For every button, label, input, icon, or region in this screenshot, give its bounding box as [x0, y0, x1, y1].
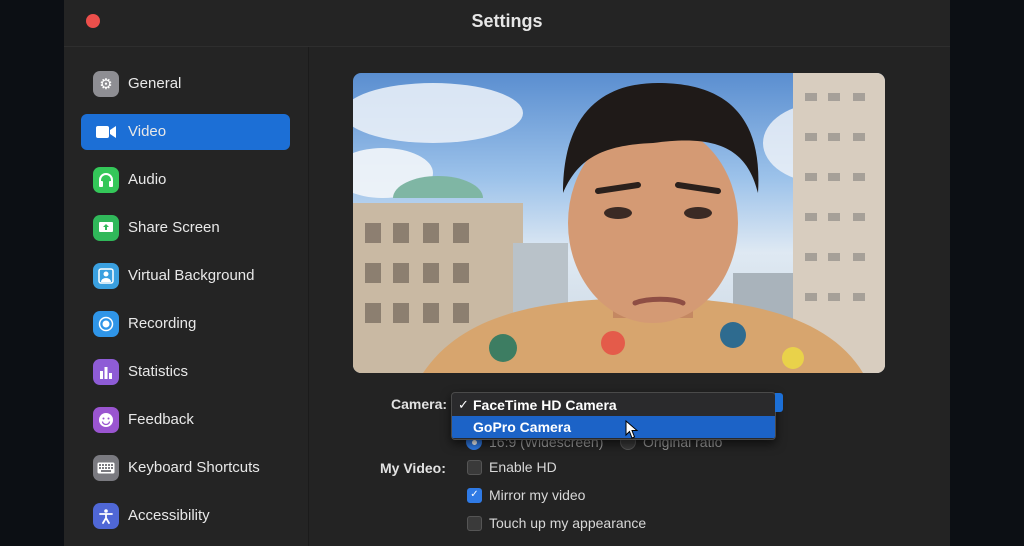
enable-hd-option[interactable]: Enable HD — [467, 458, 557, 476]
accessibility-icon — [93, 503, 119, 529]
sidebar-item-virtual-background[interactable]: Virtual Background — [81, 258, 290, 294]
headphones-icon — [93, 167, 119, 193]
smiley-icon — [93, 407, 119, 433]
sidebar-item-label: Audio — [128, 171, 167, 188]
keyboard-icon — [93, 455, 119, 481]
checkmark-icon: ✓ — [458, 397, 469, 412]
enable-hd-label: Enable HD — [489, 459, 557, 475]
settings-sidebar: ⚙ General Video Audio Share Screen Virtu… — [64, 47, 309, 546]
sidebar-item-label: Keyboard Shortcuts — [128, 459, 260, 476]
sidebar-item-label: General — [128, 75, 182, 92]
video-camera-icon — [93, 119, 119, 145]
sidebar-item-label: Virtual Background — [128, 267, 255, 284]
camera-option-label: GoPro Camera — [473, 419, 572, 435]
sidebar-item-general[interactable]: ⚙ General — [81, 66, 290, 102]
sidebar-item-label: Recording — [128, 315, 197, 332]
sidebar-item-share-screen[interactable]: Share Screen — [81, 210, 290, 246]
sidebar-item-recording[interactable]: Recording — [81, 306, 290, 342]
bar-chart-icon — [93, 359, 119, 385]
camera-dropdown-arrow[interactable] — [775, 393, 783, 412]
camera-option-facetime[interactable]: ✓ FaceTime HD Camera — [452, 394, 775, 416]
person-background-icon — [93, 263, 119, 289]
sidebar-item-label: Statistics — [128, 363, 189, 380]
sidebar-item-label: Accessibility — [128, 507, 210, 524]
window-title: Settings — [471, 11, 543, 31]
camera-preview-scene — [353, 73, 885, 373]
sidebar-item-statistics[interactable]: Statistics — [81, 354, 290, 390]
mouse-pointer-icon — [625, 420, 639, 439]
sidebar-item-keyboard-shortcuts[interactable]: Keyboard Shortcuts — [81, 450, 290, 486]
settings-window: Settings ⚙ General Video Audio Share Scr… — [64, 0, 950, 546]
sidebar-item-label: Share Screen — [128, 219, 220, 236]
enable-hd-checkbox[interactable] — [467, 459, 482, 475]
record-icon — [93, 311, 119, 337]
sidebar-item-video[interactable]: Video — [81, 114, 290, 150]
camera-option-gopro[interactable]: GoPro Camera — [452, 416, 775, 438]
touch-up-option[interactable]: Touch up my appearance — [467, 514, 646, 532]
sidebar-item-feedback[interactable]: Feedback — [81, 402, 290, 438]
camera-option-label: FaceTime HD Camera — [473, 397, 617, 413]
gear-icon: ⚙ — [93, 71, 119, 97]
share-screen-icon — [93, 215, 119, 241]
sidebar-item-accessibility[interactable]: Accessibility — [81, 498, 290, 534]
camera-dropdown-menu[interactable]: ✓ FaceTime HD Camera GoPro Camera — [451, 392, 776, 440]
touch-up-label: Touch up my appearance — [489, 515, 647, 531]
sidebar-item-label: Video — [128, 123, 167, 140]
title-bar: Settings — [64, 0, 950, 47]
sidebar-item-label: Feedback — [128, 411, 194, 428]
my-video-label: My Video: — [380, 460, 446, 476]
video-settings-panel: Camera: 16:9 (Widescreen) Original ratio… — [309, 47, 950, 546]
mirror-video-checkbox[interactable]: ✓ — [467, 487, 482, 503]
touch-up-checkbox[interactable] — [467, 515, 482, 531]
camera-label: Camera: — [391, 396, 448, 412]
mirror-video-label: Mirror my video — [489, 487, 586, 503]
sidebar-item-audio[interactable]: Audio — [81, 162, 290, 198]
camera-preview — [353, 73, 885, 373]
mirror-video-option[interactable]: ✓ Mirror my video — [467, 486, 585, 504]
